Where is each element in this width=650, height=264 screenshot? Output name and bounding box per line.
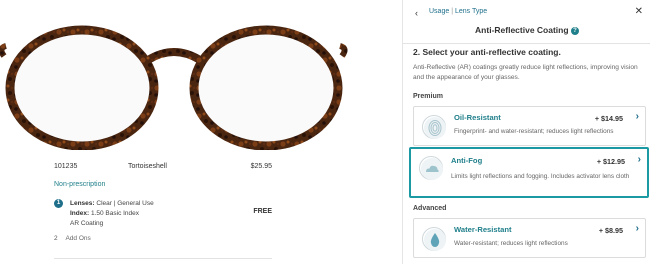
option-name: Water-Resistant — [454, 225, 512, 234]
chevron-right-icon: › — [635, 111, 639, 122]
product-price: $25.95 — [250, 163, 272, 170]
page-title: Anti-Reflective Coating ? — [403, 25, 650, 35]
add-ons-label: Add Ons — [65, 235, 91, 242]
crumb-lens-type[interactable]: Lens Type — [455, 8, 487, 15]
coating-value: AR Coating — [70, 220, 104, 227]
section-title: 2. Select your anti-reflective coating. — [413, 47, 561, 57]
option-oil-resistant[interactable]: Oil-Resistant + $14.95 Fingerprint- and … — [413, 106, 646, 146]
product-color: Tortoiseshell — [128, 163, 167, 170]
chevron-right-icon: › — [635, 223, 639, 234]
panel-header: ‹ Usage | Lens Type ✕ Anti-Reflective Co… — [403, 0, 650, 44]
add-ons-step[interactable]: 2 Add Ons — [54, 235, 91, 242]
page-title-text: Anti-Reflective Coating — [475, 25, 569, 35]
chevron-right-icon: › — [637, 154, 641, 165]
option-anti-fog[interactable]: Anti-Fog + $12.95 Limits light reflectio… — [409, 147, 649, 198]
group-advanced-label: Advanced — [413, 205, 447, 212]
crumb-separator: | — [451, 8, 454, 15]
option-price: + $12.95 — [596, 157, 625, 166]
breadcrumb: Usage | Lens Type — [429, 8, 487, 15]
divider — [54, 258, 272, 259]
lens-price: FREE — [253, 208, 272, 215]
option-price: + $14.95 — [594, 114, 623, 123]
option-description: Limits light reflections and fogging. In… — [451, 173, 630, 180]
prescription-type[interactable]: Non-prescription — [54, 181, 105, 188]
option-description: Fingerprint- and water-resistant; reduce… — [454, 128, 614, 135]
section-description: Anti-Reflective (AR) coatings greatly re… — [413, 64, 638, 81]
group-premium-label: Premium — [413, 93, 443, 100]
option-water-resistant[interactable]: Water-Resistant + $8.95 Water-resistant;… — [413, 218, 646, 258]
index-value: 1.50 Basic Index — [90, 210, 140, 217]
chevron-left-icon[interactable]: ‹ — [415, 8, 418, 18]
help-icon[interactable]: ? — [570, 27, 579, 35]
option-name: Anti-Fog — [451, 156, 483, 165]
step-1-badge: 1 — [54, 199, 63, 208]
cloud-icon — [419, 156, 443, 180]
option-description: Water-resistant; reduces light reflectio… — [454, 240, 568, 247]
product-panel: 101235 Tortoiseshell $25.95 Non-prescrip… — [0, 0, 402, 264]
lens-options-panel: ‹ Usage | Lens Type ✕ Anti-Reflective Co… — [402, 0, 650, 264]
fingerprint-icon — [422, 115, 446, 139]
lenses-label: Lenses: — [70, 200, 95, 207]
index-label: Index: — [70, 210, 90, 217]
water-drop-icon — [422, 227, 446, 251]
option-name: Oil-Resistant — [454, 113, 501, 122]
crumb-usage[interactable]: Usage — [429, 8, 449, 15]
close-icon[interactable]: ✕ — [635, 6, 643, 17]
step-2-number: 2 — [54, 235, 58, 242]
lenses-value: Clear | General Use — [96, 200, 154, 207]
product-sku: 101235 — [54, 163, 78, 170]
option-price: + $8.95 — [598, 226, 623, 235]
glasses-image — [0, 25, 348, 150]
